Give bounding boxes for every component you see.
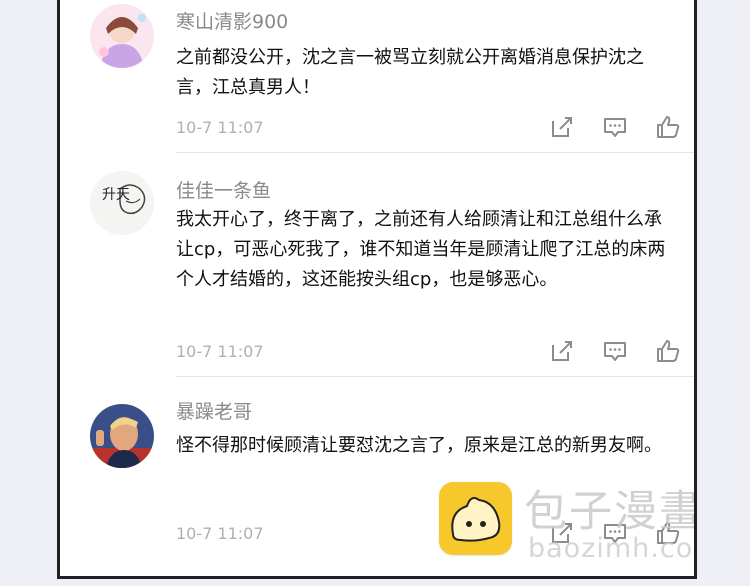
watermark-logo-icon [439, 482, 512, 555]
comment-time: 10-7 11:07 [176, 342, 264, 361]
avatar-glyph: 升天 [102, 187, 130, 203]
avatar[interactable]: 升天 [90, 171, 154, 235]
watermark-url: baozimh.com [528, 533, 694, 564]
share-icon[interactable] [548, 113, 576, 141]
watermark-title: 包子漫畫 [524, 487, 697, 537]
comment-username[interactable]: 佳佳一条鱼 [176, 176, 271, 203]
avatar[interactable] [90, 404, 154, 468]
comment-actions [548, 337, 682, 365]
like-icon[interactable] [654, 337, 682, 365]
divider [176, 376, 694, 377]
comment-text: 之前都没公开，沈之言一被骂立刻就公开离婚消息保护沈之言，江总真男人！ [176, 47, 644, 98]
avatar[interactable] [90, 4, 154, 68]
divider [176, 152, 694, 153]
comment-username[interactable]: 暴躁老哥 [176, 397, 252, 424]
comment-panel: 寒山清影900 之前都没公开，沈之言一被骂立刻就公开离婚消息保护沈之言，江总真男… [57, 0, 697, 579]
comment-time: 10-7 11:07 [176, 118, 264, 137]
comment-time: 10-7 11:07 [176, 524, 264, 543]
comment-icon[interactable] [601, 337, 629, 365]
comment-icon[interactable] [601, 113, 629, 141]
share-icon[interactable] [548, 337, 576, 365]
like-icon[interactable] [654, 113, 682, 141]
comment-username[interactable]: 寒山清影900 [176, 7, 288, 34]
comment-text: 怪不得那时候顾清让要怼沈之言了，原来是江总的新男友啊。 [176, 435, 662, 456]
comment-text: 我太开心了，终于离了，之前还有人给顾清让和江总组什么承让cp，可恶心死我了，谁不… [176, 209, 666, 290]
comment-actions [548, 113, 682, 141]
